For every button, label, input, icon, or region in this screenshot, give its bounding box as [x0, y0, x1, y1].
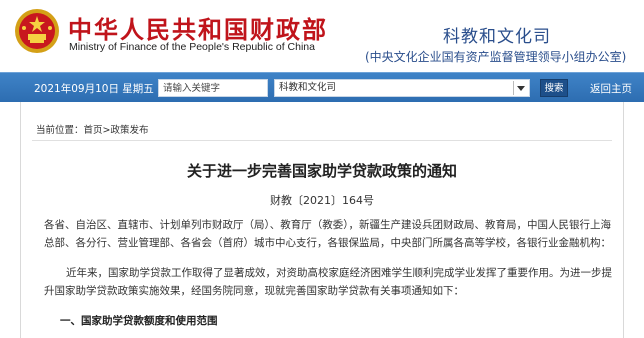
document-paragraph-intro: 近年来，国家助学贷款工作取得了显著成效，对资助高校家庭经济困难学生顺利完成学业发… [44, 267, 612, 297]
breadcrumb-prefix: 当前位置： [36, 125, 84, 136]
home-link[interactable]: 返回主页 [590, 81, 632, 96]
ministry-name-en: Ministry of Finance of the People's Repu… [69, 41, 315, 53]
current-date: 2021年09月10日 星期五 [34, 83, 154, 95]
document-number: 财教〔2021〕164号 [270, 194, 374, 207]
site-header: 中华人民共和国财政部 Ministry of Finance of the Pe… [0, 0, 644, 72]
category-select[interactable]: 科教和文化司 [274, 79, 530, 97]
top-toolbar: 2021年09月10日 星期五 科教和文化司 搜索 返回主页 [0, 72, 644, 102]
department-subtitle: (中央文化企业国有资产监督管理领导小组办公室) [365, 50, 627, 64]
ministry-name-cn[interactable]: 中华人民共和国财政部 [68, 10, 328, 45]
category-select-value: 科教和文化司 [279, 82, 337, 93]
breadcrumb-item-policy[interactable]: 政策发布 [111, 125, 149, 136]
department-title: 科教和文化司 [443, 27, 551, 47]
search-input[interactable] [158, 79, 268, 97]
breadcrumb: 当前位置：首页>政策发布 [36, 122, 149, 136]
section-heading: 一、国家助学贷款额度和使用范围 [60, 315, 218, 327]
breadcrumb-separator: > [102, 125, 111, 136]
divider [32, 140, 612, 141]
search-button[interactable]: 搜索 [540, 79, 568, 97]
document-paragraph-recipients: 各省、自治区、直辖市、计划单列市财政厅（局）、教育厅（教委），新疆生产建设兵团财… [44, 219, 611, 249]
breadcrumb-item-home[interactable]: 首页 [84, 125, 103, 136]
national-emblem-icon [15, 9, 59, 53]
chevron-down-icon [513, 81, 527, 95]
document-title: 关于进一步完善国家助学贷款政策的通知 [186, 162, 457, 180]
